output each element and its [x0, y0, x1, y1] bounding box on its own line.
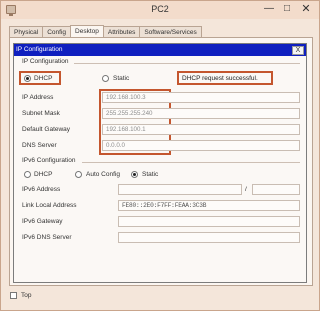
subnet-mask-label: Subnet Mask [22, 110, 60, 117]
default-gateway-label: Default Gateway [22, 126, 71, 133]
ip-configuration-dialog: IP Configuration X IP Configuration DHCP… [13, 43, 307, 283]
ipv4-dhcp-radio[interactable] [24, 75, 31, 82]
ipv6-static-radio[interactable] [131, 171, 138, 178]
dialog-close-button[interactable]: X [292, 46, 304, 55]
dhcp-status-message: DHCP request successful. [182, 75, 258, 82]
default-gateway-field[interactable]: 192.168.100.1 [102, 124, 300, 135]
ipv6-gateway-label: IPv6 Gateway [22, 218, 63, 225]
minimize-button[interactable]: — [259, 3, 279, 16]
top-label: Top [21, 292, 32, 299]
ip-address-field[interactable]: 192.168.100.3 [102, 92, 300, 103]
dns-server-field[interactable]: 0.0.0.0 [102, 140, 300, 151]
ipv6-section-divider [82, 162, 300, 163]
ipv6-dhcp-label: DHCP [34, 171, 53, 178]
link-local-field[interactable]: FE80::2E0:F7FF:FEAA:3C3B [118, 200, 300, 211]
subnet-mask-field[interactable]: 255.255.255.240 [102, 108, 300, 119]
ipv6-dhcp-radio[interactable] [24, 171, 31, 178]
top-checkbox[interactable] [10, 292, 17, 299]
dns-server-label: DNS Server [22, 142, 57, 149]
ipv6-dns-label: IPv6 DNS Server [22, 234, 72, 241]
ipv6-static-label: Static [142, 171, 159, 178]
close-window-button[interactable]: ✕ [296, 3, 316, 16]
ipv6-address-field[interactable] [118, 184, 242, 195]
maximize-button[interactable]: □ [277, 3, 297, 16]
ipv6-dns-field[interactable] [118, 232, 300, 243]
ipv4-section-divider [74, 63, 300, 64]
link-local-label: Link Local Address [22, 202, 77, 209]
ipv4-dhcp-label: DHCP [34, 75, 53, 82]
ipv4-section-title: IP Configuration [22, 58, 69, 65]
ipv4-static-label: Static [113, 75, 130, 82]
ipv6-section-title: IPv6 Configuration [22, 157, 76, 164]
prefix-length-field[interactable] [252, 184, 300, 195]
ipv6-auto-config-label: Auto Config [86, 171, 120, 178]
prefix-separator: / [245, 186, 247, 193]
pc2-window: PC2 — □ ✕ Physical Config Desktop Attrib… [0, 0, 320, 311]
ipv6-gateway-field[interactable] [118, 216, 300, 227]
ipv6-address-label: IPv6 Address [22, 186, 61, 193]
ipv6-auto-config-radio[interactable] [75, 171, 82, 178]
ipv4-static-radio[interactable] [102, 75, 109, 82]
dialog-title: IP Configuration [14, 44, 306, 56]
ip-address-label: IP Address [22, 94, 54, 101]
title-bar[interactable]: PC2 — □ ✕ [1, 1, 319, 19]
